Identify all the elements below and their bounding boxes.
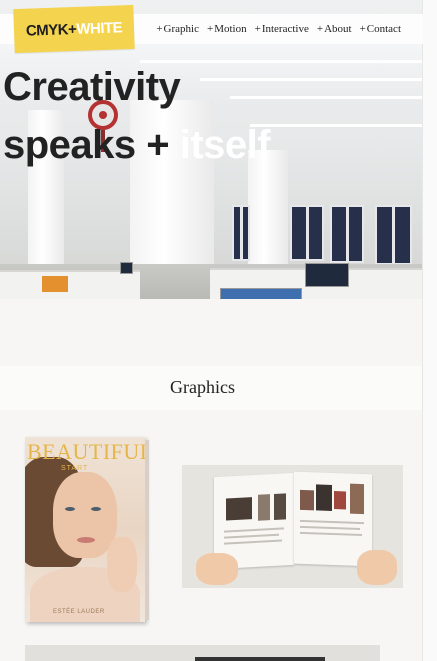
office-window xyxy=(330,205,364,263)
nav-label: About xyxy=(324,23,352,35)
plus-icon: + xyxy=(316,23,324,35)
nav-label: Contact xyxy=(366,23,401,35)
plus-icon: + xyxy=(254,23,261,35)
logo-text-cmyk: CMYK+ xyxy=(25,20,77,40)
book-photo-thumb xyxy=(350,483,364,515)
hero-line-2-light: itself xyxy=(179,123,271,167)
office-desk xyxy=(0,270,140,299)
desk-monitor xyxy=(220,288,302,299)
book-text-line xyxy=(224,527,284,533)
book-photo-thumb xyxy=(258,494,270,521)
nav-contact[interactable]: +Contact xyxy=(360,23,401,35)
book-photo-thumb xyxy=(300,489,314,511)
nav-motion[interactable]: +Motion xyxy=(207,23,247,35)
desk-monitor xyxy=(120,262,133,274)
cover-eye xyxy=(91,507,101,511)
office-window xyxy=(290,205,324,261)
nav-graphic[interactable]: +Graphic xyxy=(156,23,199,35)
logo-text-white: WHITE xyxy=(75,18,123,38)
cover-hand xyxy=(107,537,137,592)
orange-box xyxy=(42,276,68,292)
cover-eye xyxy=(65,507,75,511)
nav-label: Interactive xyxy=(261,23,309,35)
nav-about[interactable]: +About xyxy=(317,23,352,35)
desk-monitor xyxy=(305,263,349,287)
book-photo-thumb xyxy=(316,484,332,511)
book-text-line xyxy=(300,525,360,530)
hero-headline: Creativity speaks + itself xyxy=(3,58,271,174)
gallery-item-next[interactable] xyxy=(25,645,380,661)
ceiling-light xyxy=(250,124,423,127)
vertical-scrollbar[interactable] xyxy=(422,0,437,661)
main-nav: +Graphic +Motion +Interactive +About +Co… xyxy=(156,23,401,35)
book-page-right xyxy=(294,471,372,567)
cover-lips xyxy=(77,537,95,543)
book-text-line xyxy=(224,533,279,539)
book-photo-thumb xyxy=(334,491,346,510)
site-logo[interactable]: CMYK+ WHITE xyxy=(13,4,135,54)
page: Creativity speaks + itself +Graphic +Mot… xyxy=(0,0,423,661)
office-window xyxy=(375,205,412,265)
plus-icon: + xyxy=(359,23,366,35)
plus-icon: + xyxy=(206,23,214,35)
nav-interactive[interactable]: +Interactive xyxy=(255,23,309,35)
cover-brand: ESTÉE LAUDER xyxy=(53,609,105,615)
hero-line-2-dark: speaks + xyxy=(3,123,180,167)
section-title: Graphics xyxy=(170,377,235,397)
plus-icon: + xyxy=(156,23,163,35)
nav-label: Motion xyxy=(214,23,247,35)
book-photo-thumb xyxy=(274,493,286,520)
next-item-detail xyxy=(195,657,325,661)
cover-title: BEAUTIFUL xyxy=(27,439,145,464)
gallery-item-open-book[interactable] xyxy=(182,465,403,588)
hand-right xyxy=(357,550,397,585)
book-photo-thumb xyxy=(226,497,252,521)
book-text-line xyxy=(300,531,362,537)
hero-line-1: Creativity xyxy=(3,65,181,109)
cover-subtitle: START xyxy=(61,465,89,472)
book-text-line xyxy=(224,539,282,545)
gallery-item-magazine-cover[interactable]: BEAUTIFUL START ESTÉE LAUDER xyxy=(25,437,145,622)
office-window xyxy=(232,205,250,261)
book-text-line xyxy=(300,519,364,525)
cover-spine xyxy=(145,440,149,620)
nav-label: Graphic xyxy=(163,23,199,35)
cover-face xyxy=(53,472,117,558)
hand-left xyxy=(196,553,238,585)
